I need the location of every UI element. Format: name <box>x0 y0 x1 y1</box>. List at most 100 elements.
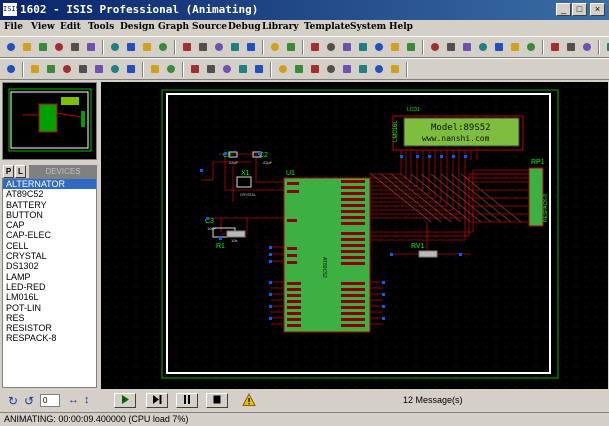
open-file-icon[interactable] <box>20 40 35 55</box>
menu-view[interactable]: View <box>31 21 55 34</box>
maximize-button[interactable]: □ <box>572 3 587 16</box>
minimize-button[interactable]: _ <box>556 3 571 16</box>
packaging-icon[interactable] <box>460 40 475 55</box>
device-list-item[interactable]: POT-LIN <box>3 303 96 313</box>
device-list-item[interactable]: BUTTON <box>3 210 96 220</box>
device-list-item[interactable]: CAP-ELEC <box>3 230 96 240</box>
zoom-in-icon[interactable] <box>196 40 211 55</box>
device-list-item[interactable]: LM016L <box>3 292 96 302</box>
path-icon[interactable] <box>340 62 355 77</box>
schematic-canvas[interactable]: LCD1 Model:89S52 www.nanshi.com LM016L R… <box>101 82 608 389</box>
new-sheet-icon[interactable] <box>548 40 563 55</box>
step-button[interactable] <box>146 393 168 408</box>
pan-icon[interactable] <box>180 40 195 55</box>
marker-icon[interactable] <box>388 62 403 77</box>
paste-icon[interactable] <box>340 40 355 55</box>
decompose-icon[interactable] <box>476 40 491 55</box>
line-icon[interactable] <box>276 62 291 77</box>
export-icon[interactable] <box>68 40 83 55</box>
device-list-item[interactable]: AT89C52 <box>3 189 96 199</box>
circle-icon[interactable] <box>308 62 323 77</box>
device-list[interactable]: ALTERNATOR AT89C52 BATTERY BUTTON CAP CAP-ELE… <box>2 178 97 388</box>
component-icon[interactable] <box>28 62 43 77</box>
zoom-out-icon[interactable] <box>212 40 227 55</box>
cut-icon[interactable] <box>308 40 323 55</box>
device-list-item[interactable]: DS1302 <box>3 261 96 271</box>
device-list-item[interactable]: CRYSTAL <box>3 251 96 261</box>
generator-icon[interactable] <box>204 62 219 77</box>
menu-debug[interactable]: Debug <box>228 21 261 34</box>
text-icon[interactable] <box>356 62 371 77</box>
make-device-icon[interactable] <box>444 40 459 55</box>
overview-window[interactable] <box>2 82 97 160</box>
area-icon[interactable] <box>108 40 123 55</box>
device-list-item[interactable]: RESPACK-8 <box>3 333 96 343</box>
pick-device-tab[interactable]: P <box>3 165 14 178</box>
tape-icon[interactable] <box>188 62 203 77</box>
buses-icon[interactable] <box>92 62 107 77</box>
zoom-all-icon[interactable] <box>228 40 243 55</box>
undo-icon[interactable] <box>268 40 283 55</box>
device-list-item[interactable]: LAMP <box>3 272 96 282</box>
stop-button[interactable] <box>206 393 228 408</box>
box-icon[interactable] <box>292 62 307 77</box>
redraw-icon[interactable] <box>124 40 139 55</box>
device-list-item[interactable]: CELL <box>3 241 96 251</box>
terminal-icon[interactable] <box>124 62 139 77</box>
zoom-area-icon[interactable] <box>244 40 259 55</box>
property-assign-icon[interactable] <box>524 40 539 55</box>
device-list-item[interactable]: CAP <box>3 220 96 230</box>
message-count[interactable]: 12 Message(s) <box>403 395 463 405</box>
text-script-icon[interactable] <box>76 62 91 77</box>
warning-icon[interactable] <box>242 393 256 407</box>
device-pin-icon[interactable] <box>148 62 163 77</box>
voltage-probe-icon[interactable] <box>220 62 235 77</box>
play-button[interactable] <box>114 393 136 408</box>
menu-design[interactable]: Design <box>120 21 155 34</box>
block-copy-icon[interactable] <box>356 40 371 55</box>
wire-autorouter-icon[interactable] <box>492 40 507 55</box>
subcircuit-icon[interactable] <box>108 62 123 77</box>
symbol-icon[interactable] <box>372 62 387 77</box>
menu-help[interactable]: Help <box>389 21 413 34</box>
selection-icon[interactable] <box>4 62 19 77</box>
grid-icon[interactable] <box>140 40 155 55</box>
graph-icon[interactable] <box>164 62 179 77</box>
device-list-item[interactable]: ALTERNATOR <box>3 179 96 190</box>
origin-icon[interactable] <box>156 40 171 55</box>
block-rotate-icon[interactable] <box>388 40 403 55</box>
rotation-angle-input[interactable] <box>40 394 60 407</box>
device-list-item[interactable]: LED-RED <box>3 282 96 292</box>
junction-icon[interactable] <box>44 62 59 77</box>
device-list-item[interactable]: RESISTOR <box>3 323 96 333</box>
block-delete-icon[interactable] <box>404 40 419 55</box>
goto-sheet-icon[interactable] <box>580 40 595 55</box>
rotate-ccw-icon[interactable]: ↺ <box>24 394 34 408</box>
block-move-icon[interactable] <box>372 40 387 55</box>
mirror-vertical-icon[interactable]: ↕ <box>84 394 90 406</box>
menu-graph[interactable]: Graph <box>158 21 189 34</box>
print-icon[interactable] <box>84 40 99 55</box>
arc-icon[interactable] <box>324 62 339 77</box>
menu-template[interactable]: Template <box>304 21 350 34</box>
mirror-horizontal-icon[interactable]: ↔ <box>68 394 79 406</box>
device-list-item[interactable]: BATTERY <box>3 200 96 210</box>
wire-label-icon[interactable] <box>60 62 75 77</box>
redo-icon[interactable] <box>284 40 299 55</box>
device-list-item[interactable]: RES <box>3 313 96 323</box>
close-button[interactable]: × <box>590 3 605 16</box>
virtual-instrument-icon[interactable] <box>252 62 267 77</box>
menu-file[interactable]: File <box>4 21 23 34</box>
bill-of-materials-icon[interactable] <box>604 40 609 55</box>
rotate-cw-icon[interactable]: ↻ <box>8 394 18 408</box>
pick-device-icon[interactable] <box>428 40 443 55</box>
menu-system[interactable]: System <box>350 21 386 34</box>
save-icon[interactable] <box>36 40 51 55</box>
remove-sheet-icon[interactable] <box>564 40 579 55</box>
copy-icon[interactable] <box>324 40 339 55</box>
library-tab[interactable]: L <box>15 165 26 178</box>
new-file-icon[interactable] <box>4 40 19 55</box>
menu-edit[interactable]: Edit <box>60 21 81 34</box>
menu-tools[interactable]: Tools <box>88 21 114 34</box>
search-icon[interactable] <box>508 40 523 55</box>
